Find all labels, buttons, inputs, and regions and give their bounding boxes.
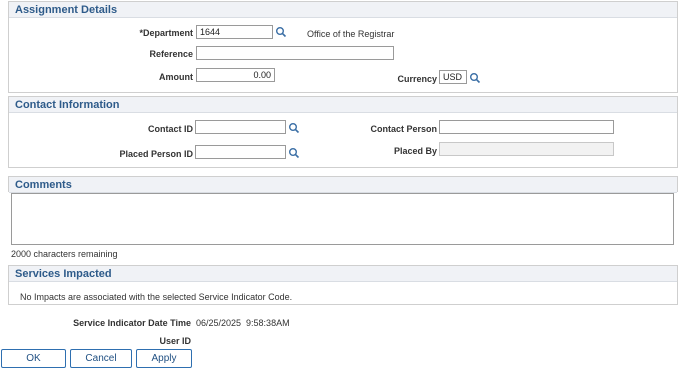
contact-person-label: Contact Person — [370, 124, 437, 134]
amount-input[interactable] — [196, 68, 275, 82]
contact-id-lookup-icon[interactable] — [288, 122, 300, 134]
currency-lookup-icon[interactable] — [469, 72, 481, 84]
services-impacted-title: Services Impacted — [9, 266, 677, 282]
placed-person-id-lookup-icon[interactable] — [288, 147, 300, 159]
cancel-button[interactable]: Cancel — [70, 349, 132, 368]
amount-label: Amount — [159, 72, 193, 82]
comments-title: Comments — [9, 177, 677, 193]
placed-by-label: Placed By — [393, 146, 437, 156]
user-id-label: User ID — [159, 336, 191, 346]
assignment-details-title: Assignment Details — [9, 2, 677, 18]
contact-information-title: Contact Information — [9, 97, 677, 113]
currency-label: Currency — [397, 74, 437, 84]
ok-button[interactable]: OK — [1, 349, 66, 368]
placed-person-id-label: Placed Person ID — [119, 149, 193, 159]
characters-remaining: 2000 characters remaining — [11, 249, 118, 259]
placed-person-id-input[interactable] — [195, 145, 286, 159]
reference-input[interactable] — [196, 46, 394, 60]
service-indicator-datetime-label: Service Indicator Date Time — [73, 318, 191, 328]
contact-person-input[interactable] — [439, 120, 614, 134]
department-input[interactable] — [196, 25, 273, 39]
contact-id-label: Contact ID — [148, 124, 193, 134]
department-lookup-icon[interactable] — [275, 26, 287, 38]
services-impacted-message: No Impacts are associated with the selec… — [20, 292, 293, 302]
reference-label: Reference — [149, 49, 193, 59]
currency-input[interactable] — [439, 70, 467, 84]
department-description: Office of the Registrar — [307, 29, 395, 39]
placed-by-field — [439, 142, 614, 156]
comments-section: Comments — [8, 176, 678, 193]
contact-id-input[interactable] — [195, 120, 286, 134]
comments-textarea[interactable] — [11, 193, 674, 245]
department-label: *Department — [139, 28, 193, 38]
apply-button[interactable]: Apply — [136, 349, 192, 368]
service-indicator-datetime-value: 06/25/2025 9:58:38AM — [196, 318, 290, 328]
